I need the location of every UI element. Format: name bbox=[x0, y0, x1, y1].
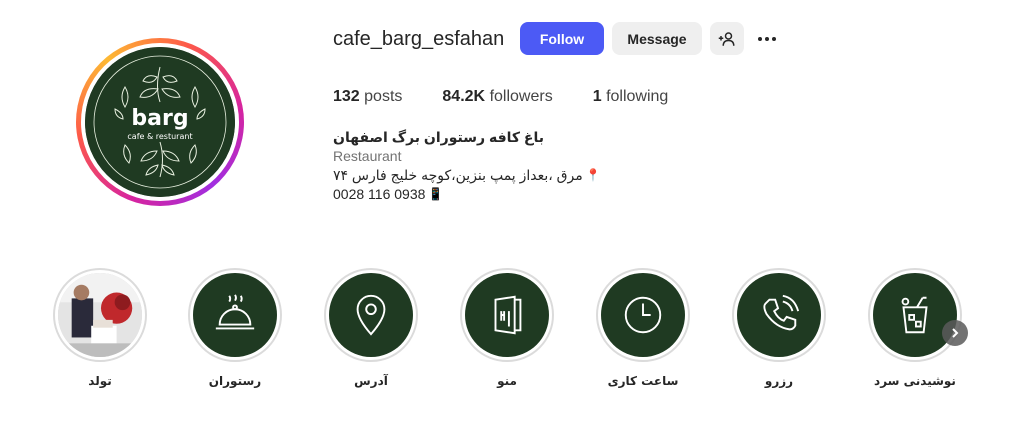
mobile-phone-icon: 📱 bbox=[428, 187, 444, 201]
highlight-cover bbox=[58, 273, 142, 357]
stat-count: 132 bbox=[333, 88, 360, 105]
birthday-photo bbox=[58, 273, 142, 357]
stat-count: 1 bbox=[592, 88, 602, 105]
bio-phone: 0028 116 0938 📱 bbox=[333, 185, 601, 204]
bio-address: مرق ،بعداز پمپ بنزین،کوچه خلیج فارس ۷۴ 📍 bbox=[333, 166, 601, 185]
stat-following[interactable]: 1 following bbox=[593, 88, 669, 106]
highlight-label: رزرو bbox=[764, 374, 794, 388]
highlight-label: ساعت کاری bbox=[607, 374, 679, 388]
profile-stats: 132 posts 84.2K followers 1 following bbox=[333, 88, 708, 106]
barg-logo: barg cafe & resturant bbox=[85, 47, 235, 197]
more-options-button[interactable] bbox=[752, 28, 782, 50]
highlight-ring bbox=[732, 268, 826, 362]
message-button[interactable]: Message bbox=[612, 22, 702, 55]
avatar-tagline-text: cafe & resturant bbox=[127, 132, 192, 141]
bio-display-name: باغ کافه رستوران برگ اصفهان bbox=[333, 129, 544, 145]
highlight-cover bbox=[329, 273, 413, 357]
highlight-ring bbox=[868, 268, 962, 362]
avatar-logo-text: barg bbox=[131, 106, 188, 131]
menu-icon bbox=[494, 295, 522, 335]
profile-avatar[interactable]: barg cafe & resturant bbox=[76, 38, 244, 206]
highlight-label: نوشیدنی سرد bbox=[874, 374, 956, 388]
highlight-menu[interactable]: منو bbox=[455, 268, 559, 388]
stat-label: following bbox=[606, 88, 669, 105]
highlight-label: تولد bbox=[88, 374, 112, 388]
highlight-cover bbox=[601, 273, 685, 357]
profile-bio: باغ کافه رستوران برگ اصفهان Restaurant م… bbox=[333, 128, 601, 204]
chevron-right-icon bbox=[952, 328, 959, 338]
cloche-icon bbox=[215, 294, 255, 330]
highlight-ring bbox=[188, 268, 282, 362]
highlight-cover bbox=[465, 273, 549, 357]
highlight-reservation[interactable]: رزرو bbox=[727, 268, 831, 388]
location-pin-icon: 📍 bbox=[585, 168, 601, 182]
add-user-button[interactable] bbox=[710, 22, 744, 55]
highlight-ring bbox=[460, 268, 554, 362]
location-pin-icon bbox=[356, 294, 386, 336]
stat-label: posts bbox=[364, 88, 403, 105]
highlight-cover bbox=[193, 273, 277, 357]
stat-posts: 132 posts bbox=[333, 88, 402, 106]
highlight-label: منو bbox=[497, 374, 517, 388]
stat-label: followers bbox=[489, 88, 553, 105]
stat-count: 84.2K bbox=[442, 88, 486, 105]
stat-followers[interactable]: 84.2K followers bbox=[442, 88, 552, 106]
highlight-cover bbox=[873, 273, 957, 357]
clock-icon bbox=[624, 296, 662, 334]
phone-icon bbox=[763, 294, 800, 331]
address-text: مرق ،بعداز پمپ بنزین،کوچه خلیج فارس ۷۴ bbox=[333, 167, 583, 183]
highlight-label: رستوران bbox=[208, 374, 262, 388]
more-dot bbox=[765, 37, 769, 41]
avatar-border: barg cafe & resturant bbox=[81, 43, 239, 201]
highlight-cover bbox=[737, 273, 821, 357]
username: cafe_barg_esfahan bbox=[333, 28, 505, 50]
highlight-hours[interactable]: ساعت کاری bbox=[591, 268, 695, 388]
highlight-ring bbox=[53, 268, 147, 362]
highlight-label: آدرس bbox=[354, 374, 388, 388]
more-dot bbox=[758, 37, 762, 41]
highlights-next-button[interactable] bbox=[942, 320, 968, 346]
cold-drink-icon bbox=[901, 296, 928, 334]
follow-button[interactable]: Follow bbox=[520, 22, 604, 55]
more-dot bbox=[772, 37, 776, 41]
highlight-ring bbox=[324, 268, 418, 362]
highlight-ring bbox=[596, 268, 690, 362]
highlight-restaurant[interactable]: رستوران bbox=[183, 268, 287, 388]
highlight-address[interactable]: آدرس bbox=[319, 268, 423, 388]
person-add-icon bbox=[718, 31, 735, 46]
phone-text: 0028 116 0938 bbox=[333, 186, 426, 202]
highlight-birthday[interactable]: تولد bbox=[48, 268, 152, 388]
bio-category: Restaurant bbox=[333, 148, 402, 164]
